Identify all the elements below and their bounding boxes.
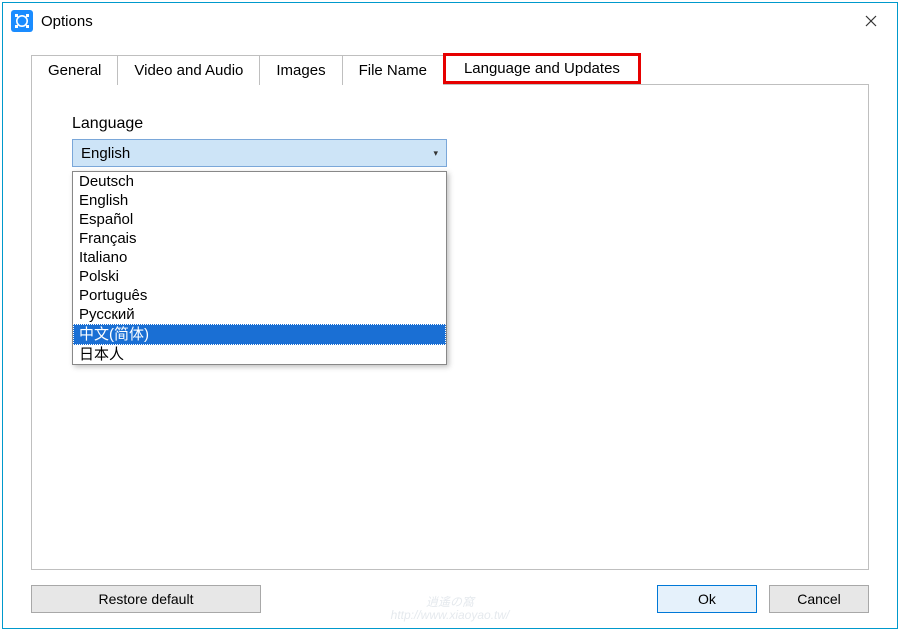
watermark: 逍遙の窩 http://www.xiaoyao.tw/ — [391, 596, 510, 622]
language-option[interactable]: Русский — [73, 305, 446, 324]
language-selected-value: English — [81, 145, 130, 162]
tab-video-audio[interactable]: Video and Audio — [117, 55, 260, 85]
language-combobox[interactable]: English ▾ — [72, 139, 447, 167]
button-row: Restore default Ok Cancel 逍遙の窩 http://ww… — [3, 570, 897, 628]
window-title: Options — [41, 13, 93, 30]
content-area: General Video and Audio Images File Name… — [3, 39, 897, 570]
tab-images[interactable]: Images — [259, 55, 342, 85]
language-option[interactable]: Polski — [73, 267, 446, 286]
titlebar: Options — [3, 3, 897, 39]
language-option[interactable]: English — [73, 191, 446, 210]
language-option[interactable]: 中文(简体) — [73, 324, 446, 345]
language-label: Language — [72, 115, 828, 133]
tab-file-name[interactable]: File Name — [342, 55, 444, 85]
tab-language-updates[interactable]: Language and Updates — [443, 53, 641, 84]
language-option[interactable]: Português — [73, 286, 446, 305]
language-option[interactable]: Italiano — [73, 248, 446, 267]
close-icon — [865, 15, 877, 27]
restore-default-button[interactable]: Restore default — [31, 585, 261, 613]
tab-panel: Language English ▾ DeutschEnglishEspañol… — [31, 84, 869, 570]
language-option[interactable]: Français — [73, 229, 446, 248]
app-icon — [11, 10, 33, 32]
tab-general[interactable]: General — [31, 55, 118, 85]
options-window: Options General Video and Audio Images F… — [2, 2, 898, 629]
cancel-button[interactable]: Cancel — [769, 585, 869, 613]
language-option[interactable]: Deutsch — [73, 172, 446, 191]
language-option[interactable]: 日本人 — [73, 345, 446, 364]
close-button[interactable] — [851, 7, 891, 35]
watermark-line2: http://www.xiaoyao.tw/ — [391, 609, 510, 622]
chevron-down-icon: ▾ — [433, 148, 438, 159]
ok-button[interactable]: Ok — [657, 585, 757, 613]
tabstrip: General Video and Audio Images File Name… — [31, 53, 869, 84]
language-dropdown-list: DeutschEnglishEspañolFrançaisItalianoPol… — [72, 171, 447, 365]
language-option[interactable]: Español — [73, 210, 446, 229]
watermark-line1: 逍遙の窩 — [391, 596, 510, 609]
